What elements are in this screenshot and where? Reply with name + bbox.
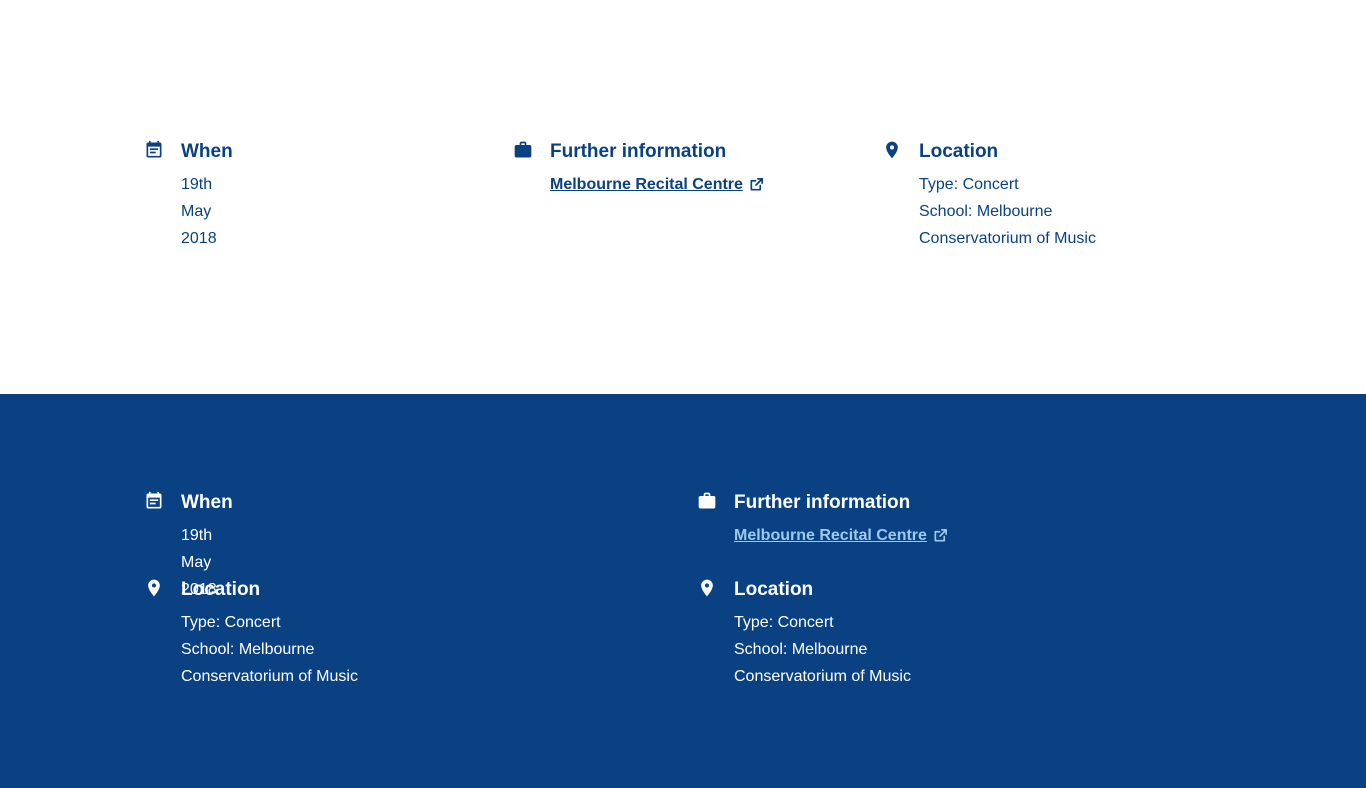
school-line-1: School: Melbourne <box>734 641 868 658</box>
event-details-light: When 19th May 2018 Further information M… <box>0 0 1366 394</box>
briefcase-icon <box>513 140 533 160</box>
location-details: Type: Concert School: Melbourne Conserva… <box>734 609 911 690</box>
external-link-icon <box>749 177 764 192</box>
event-type: Type: Concert <box>181 614 281 631</box>
map-pin-icon <box>144 578 164 598</box>
venue-link[interactable]: Melbourne Recital Centre <box>550 171 764 198</box>
school-line-1: School: Melbourne <box>181 641 315 658</box>
venue-link-label: Melbourne Recital Centre <box>550 176 743 193</box>
when-title: When <box>181 141 233 162</box>
briefcase-icon <box>697 491 717 511</box>
event-type: Type: Concert <box>734 614 834 631</box>
school-line-2: Conservatorium of Music <box>919 230 1096 247</box>
venue-link[interactable]: Melbourne Recital Centre <box>734 522 948 549</box>
when-title: When <box>181 492 233 513</box>
venue-link-label: Melbourne Recital Centre <box>734 527 927 544</box>
further-info-title: Further information <box>734 492 911 513</box>
external-link-icon <box>933 528 948 543</box>
when-date: 19th May 2018 <box>181 176 217 247</box>
map-pin-icon <box>882 140 902 160</box>
calendar-icon <box>144 140 164 160</box>
location-details: Type: Concert School: Melbourne Conserva… <box>919 171 1096 252</box>
map-pin-icon <box>697 578 717 598</box>
school-line-2: Conservatorium of Music <box>734 668 911 685</box>
location-title: Location <box>734 579 814 600</box>
location-details: Type: Concert School: Melbourne Conserva… <box>181 609 358 690</box>
location-title: Location <box>181 579 261 600</box>
school-line-2: Conservatorium of Music <box>181 668 358 685</box>
further-info-title: Further information <box>550 141 727 162</box>
event-type: Type: Concert <box>919 176 1019 193</box>
calendar-icon <box>144 491 164 511</box>
location-title: Location <box>919 141 999 162</box>
school-line-1: School: Melbourne <box>919 203 1053 220</box>
event-details-dark: When 19th May 2018 Further information M… <box>0 394 1366 788</box>
